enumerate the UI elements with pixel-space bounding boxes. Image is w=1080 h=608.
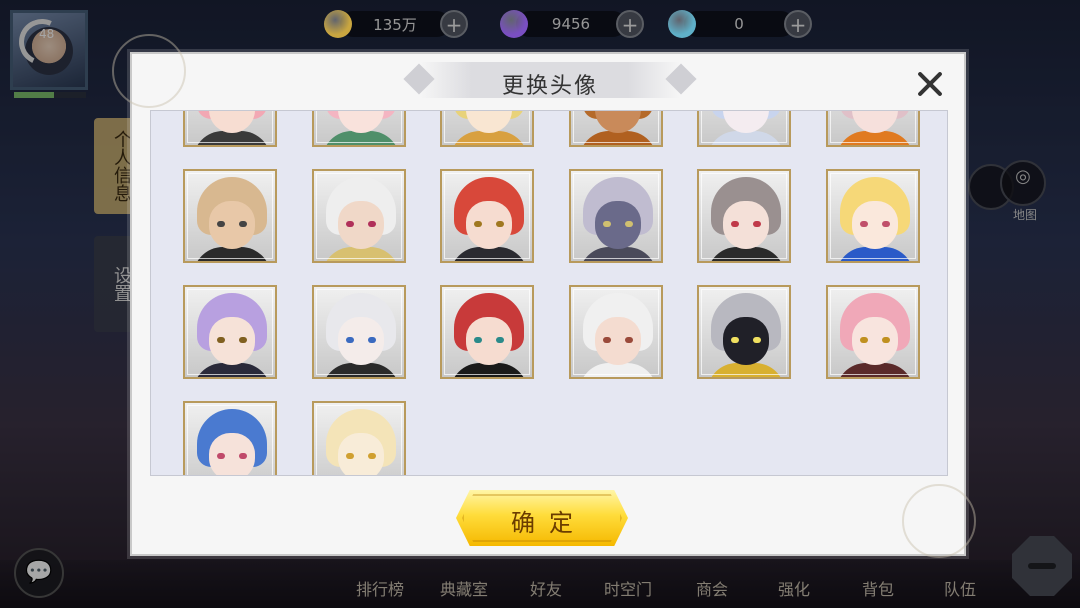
confirm-button[interactable]: 确定 [456, 490, 628, 546]
confirm-label: 确定 [511, 509, 587, 537]
corner-ornament-icon [112, 34, 186, 108]
change-avatar-dialog: 更换头像 确定 [112, 34, 976, 558]
avatar-option[interactable] [697, 169, 791, 263]
dialog-title: 更换头像 [501, 74, 598, 99]
avatar-option[interactable] [568, 285, 663, 379]
avatar-option[interactable] [311, 401, 406, 475]
avatar-option[interactable] [440, 169, 534, 263]
close-button[interactable] [912, 66, 948, 102]
avatar-option[interactable] [697, 111, 791, 147]
avatar-option[interactable] [440, 111, 534, 147]
avatar-grid-panel[interactable] [150, 110, 948, 476]
avatar-option[interactable] [311, 111, 406, 147]
gem-orb-icon [668, 10, 696, 38]
avatar-option[interactable] [183, 285, 277, 379]
dialog-title-banner: 更换头像 [400, 58, 700, 102]
purple-crystal-icon [500, 10, 528, 38]
corner-ornament-icon [902, 484, 976, 558]
avatar-option[interactable] [311, 285, 406, 379]
avatar-option[interactable] [183, 169, 277, 263]
avatar-option[interactable] [311, 169, 406, 263]
avatar-option[interactable] [825, 285, 920, 379]
avatar-option[interactable] [440, 285, 534, 379]
avatar-option[interactable] [825, 111, 920, 147]
avatar-option[interactable] [568, 111, 663, 147]
avatar-option[interactable] [183, 111, 277, 147]
avatar-option[interactable] [697, 285, 791, 379]
avatar-option[interactable] [568, 169, 663, 263]
avatar-option[interactable] [825, 169, 920, 263]
avatar-option[interactable] [183, 401, 277, 475]
gold-coin-icon [324, 10, 352, 38]
